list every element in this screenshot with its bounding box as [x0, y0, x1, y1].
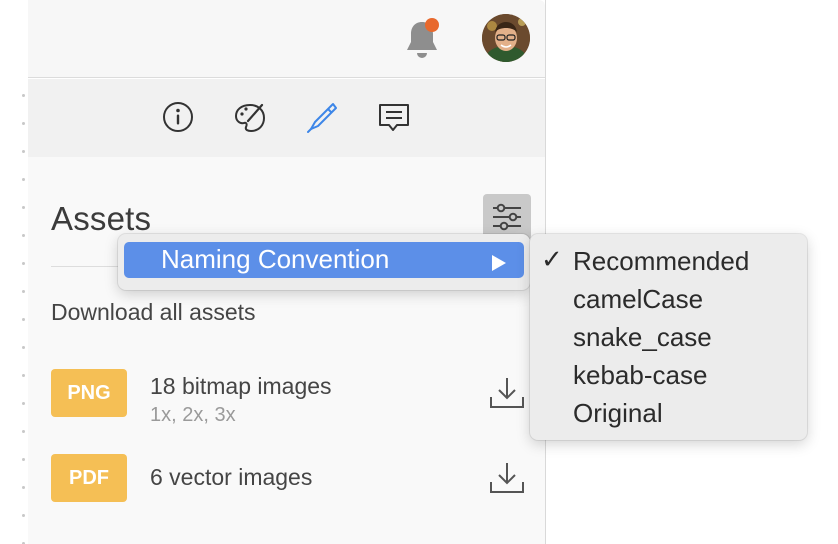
canvas-edge [0, 0, 28, 544]
canvas-dot [22, 122, 25, 125]
option-label: Recommended [573, 246, 750, 276]
download-icon[interactable] [487, 460, 527, 496]
bell-icon[interactable] [398, 16, 446, 64]
sliders-icon [493, 203, 521, 231]
download-icon[interactable] [487, 375, 527, 411]
naming-convention-submenu: ✓ Recommended camelCase snake_case kebab… [530, 234, 807, 440]
option-recommended[interactable]: ✓ Recommended [530, 242, 807, 280]
option-original[interactable]: Original [530, 394, 807, 432]
assets-sidepanel: Assets Download all assets PNG 18 bitmap… [28, 79, 545, 544]
naming-convention-menu-item[interactable]: Naming Convention [124, 242, 524, 278]
canvas-dot [22, 346, 25, 349]
canvas-dot [22, 458, 25, 461]
canvas-dot [22, 486, 25, 489]
asset-row-pdf[interactable]: PDF 6 vector images [51, 454, 524, 514]
canvas-dot [22, 178, 25, 181]
checkmark-icon: ✓ [541, 245, 563, 275]
user-avatar[interactable] [482, 14, 530, 62]
asset-subtitle: 1x, 2x, 3x [150, 404, 236, 426]
canvas-dot [22, 374, 25, 377]
notification-badge [425, 18, 439, 32]
option-label: snake_case [573, 322, 712, 352]
option-snake-case[interactable]: snake_case [530, 318, 807, 356]
canvas-dot [22, 318, 25, 321]
palette-icon[interactable] [232, 99, 268, 135]
option-kebab-case[interactable]: kebab-case [530, 356, 807, 394]
menu-item-label: Naming Convention [161, 244, 390, 274]
top-bar [0, 0, 545, 78]
option-label: Original [573, 398, 663, 428]
app-window: Assets Download all assets PNG 18 bitmap… [0, 0, 838, 544]
option-camelcase[interactable]: camelCase [530, 280, 807, 318]
canvas-dot [22, 290, 25, 293]
canvas-dot [22, 402, 25, 405]
pen-icon[interactable] [303, 99, 339, 135]
asset-options-menu: Naming Convention [118, 234, 530, 290]
canvas-dot [22, 94, 25, 97]
comment-icon[interactable] [376, 99, 412, 135]
canvas-dot [22, 430, 25, 433]
download-all-link[interactable]: Download all assets [51, 299, 256, 326]
canvas-dot [22, 262, 25, 265]
canvas-dot [22, 150, 25, 153]
png-badge: PNG [51, 369, 127, 417]
canvas-dot [22, 514, 25, 517]
canvas-dot [22, 206, 25, 209]
submenu-arrow-icon [492, 255, 506, 271]
asset-row-png[interactable]: PNG 18 bitmap images 1x, 2x, 3x [51, 369, 524, 429]
asset-title: 18 bitmap images [150, 373, 332, 399]
option-label: camelCase [573, 284, 704, 314]
inspector-tab-bar [28, 79, 545, 157]
assets-heading: Assets [51, 200, 152, 237]
pdf-badge: PDF [51, 454, 127, 502]
option-label: kebab-case [573, 360, 708, 390]
info-icon[interactable] [160, 99, 196, 135]
canvas-dot [22, 234, 25, 237]
asset-title: 6 vector images [150, 464, 313, 490]
